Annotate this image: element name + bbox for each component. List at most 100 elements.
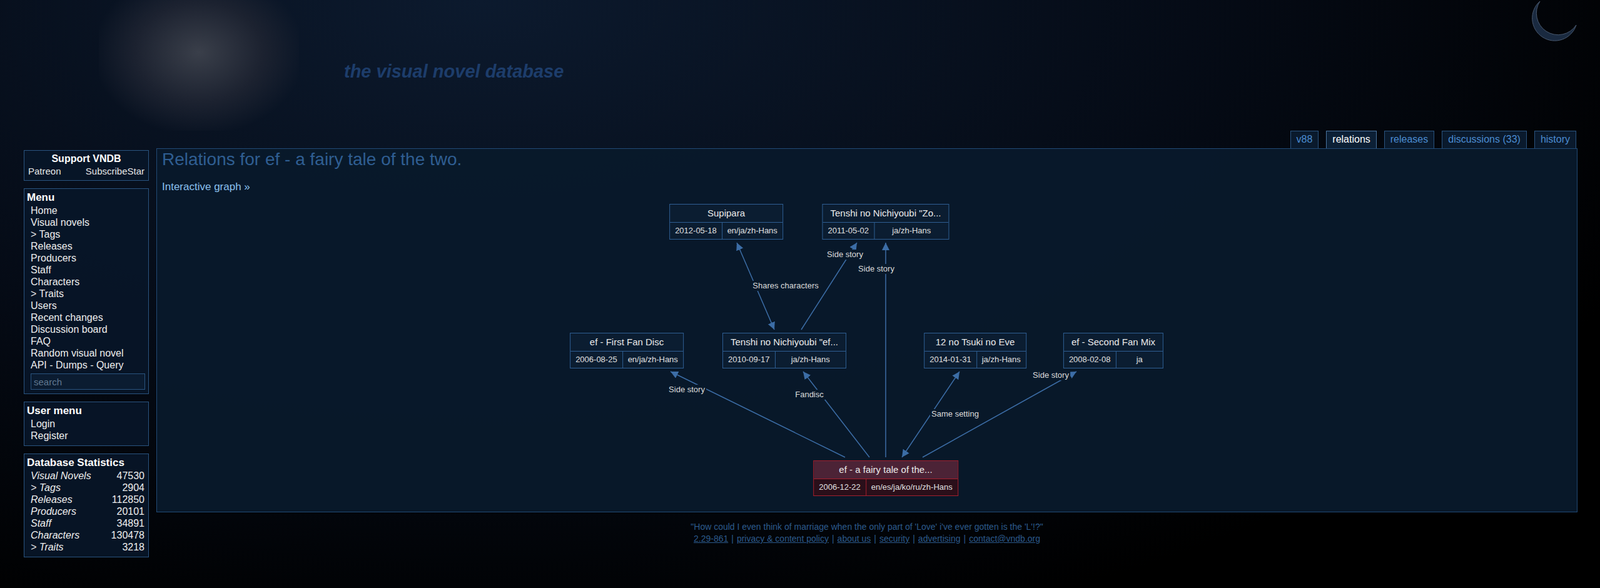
menu-item[interactable]: Users: [26, 299, 145, 312]
relation-edge: [922, 371, 1077, 458]
relation-edge: [803, 371, 870, 458]
stat-label[interactable]: Producers: [30, 505, 77, 518]
vn-node[interactable]: Tenshi no Nichiyoubi "ef...2010-09-17ja/…: [722, 332, 847, 369]
stat-row: Producers20101: [26, 505, 145, 518]
node-languages: en/ja/zh-Hans: [722, 222, 783, 239]
node-title[interactable]: ef - a fairy tale of the...: [813, 460, 958, 480]
tab[interactable]: history: [1534, 130, 1577, 149]
node-title[interactable]: ef - First Fan Disc: [570, 333, 684, 352]
node-meta: 2011-05-02ja/zh-Hans: [822, 222, 949, 239]
stat-label[interactable]: Characters: [30, 529, 80, 542]
node-title[interactable]: Supipara: [669, 204, 783, 223]
tab[interactable]: releases: [1384, 130, 1435, 149]
node-languages: ja/zh-Hans: [774, 351, 846, 368]
menu-item[interactable]: Staff: [26, 263, 145, 276]
stats-title: Database Statistics: [26, 455, 145, 470]
node-languages: en/es/ja/ko/ru/zh-Hans: [866, 479, 958, 496]
vn-node[interactable]: Tenshi no Nichiyoubi "Zo...2011-05-02ja/…: [821, 203, 949, 240]
relation-graph: Side story Fandisc Side story Same setting S…: [162, 200, 1574, 508]
tab[interactable]: relations: [1326, 130, 1377, 149]
menu-item[interactable]: API - Dumps - Query: [26, 359, 145, 371]
header-art: [98, 0, 299, 131]
menu-title: Menu: [26, 190, 145, 205]
tab[interactable]: v88: [1290, 130, 1320, 149]
user-menu-item[interactable]: Login: [26, 417, 145, 430]
stat-label[interactable]: Releases: [30, 493, 73, 506]
header: the visual novel database: [23, 0, 1578, 131]
menu-item[interactable]: Characters: [26, 275, 145, 288]
node-date: 2014-01-31: [924, 351, 978, 368]
menu-box: MenuHomeVisual novels> TagsReleasesProdu…: [23, 188, 149, 395]
site-title[interactable]: the visual novel database: [344, 61, 1578, 82]
stat-row: Staff34891: [26, 517, 145, 530]
footer-link[interactable]: about us: [837, 532, 872, 545]
edge-label: Fandisc: [793, 389, 826, 400]
menu-item[interactable]: Discussion board: [26, 323, 145, 336]
edge-label: Side story: [667, 384, 707, 395]
node-meta: 2010-09-17ja/zh-Hans: [723, 351, 846, 368]
content: Support VNDBPatreon SubscribeStar MenuHome…: [23, 130, 1578, 558]
menu-item[interactable]: FAQ: [26, 335, 145, 348]
node-title[interactable]: 12 no Tsuki no Eve: [924, 333, 1026, 352]
node-title[interactable]: ef - Second Fan Mix: [1063, 333, 1163, 352]
menu-item[interactable]: > Traits: [26, 287, 145, 300]
node-languages: ja/zh-Hans: [874, 222, 949, 239]
sidebar: Support VNDBPatreon SubscribeStar MenuHome…: [23, 150, 149, 558]
search-input[interactable]: [30, 373, 146, 390]
node-date: 2010-09-17: [723, 351, 776, 368]
footer-link[interactable]: advertising: [918, 532, 961, 545]
footer-separator: |: [731, 532, 734, 545]
footer: "How could I even think of marriage when…: [156, 521, 1578, 558]
tab[interactable]: discussions (33): [1441, 130, 1527, 149]
stats-box: Database StatisticsVisual Novels47530> T…: [23, 453, 149, 558]
node-meta: 2012-05-18en/ja/zh-Hans: [669, 222, 783, 239]
menu-item[interactable]: Releases: [26, 240, 145, 253]
vn-node[interactable]: 12 no Tsuki no Eve2014-01-31ja/zh-Hans: [923, 332, 1027, 369]
edge-label: Side story: [825, 249, 865, 260]
node-title[interactable]: Tenshi no Nichiyoubi "Zo...: [822, 204, 949, 223]
node-date: 2011-05-02: [822, 222, 875, 239]
interactive-graph-link[interactable]: Interactive graph »: [162, 180, 1574, 194]
support-link[interactable]: Patreon: [28, 165, 62, 178]
page-heading: Relations for ef - a fairy tale of the t…: [162, 148, 1574, 171]
vn-node[interactable]: Supipara2012-05-18en/ja/zh-Hans: [669, 203, 784, 240]
footer-link[interactable]: contact@vndb.org: [968, 532, 1041, 545]
user-menu-item[interactable]: Register: [26, 429, 145, 442]
stat-label[interactable]: > Traits: [30, 541, 64, 553]
footer-separator: |: [873, 532, 877, 545]
node-date: 2006-12-22: [813, 479, 867, 496]
footer-link[interactable]: 2.29-861: [693, 532, 729, 545]
menu-item[interactable]: > Tags: [26, 228, 145, 241]
footer-quote: "How could I even think of marriage when…: [156, 521, 1578, 533]
node-title[interactable]: Tenshi no Nichiyoubi "ef...: [723, 333, 846, 352]
vn-node[interactable]: ef - a fairy tale of the...2006-12-22en/…: [813, 460, 959, 497]
node-languages: ja/zh-Hans: [977, 351, 1026, 368]
stat-label[interactable]: Staff: [30, 517, 52, 530]
footer-separator: |: [831, 532, 835, 545]
vn-node[interactable]: ef - First Fan Disc2006-08-25en/ja/zh-Ha…: [569, 332, 684, 369]
stat-row: Releases 112850: [26, 493, 145, 506]
stat-row: Visual Novels47530: [26, 469, 145, 482]
main: v88 relations releases discussions (33) hist…: [156, 130, 1578, 558]
support-link[interactable]: SubscribeStar: [85, 165, 145, 178]
moon-icon: [1527, 0, 1578, 44]
vn-node[interactable]: ef - Second Fan Mix2008-02-08ja: [1063, 332, 1164, 369]
menu-item[interactable]: Random visual novel: [26, 347, 145, 360]
menu-item[interactable]: Home: [26, 204, 145, 217]
stat-row: > Traits3218: [26, 541, 145, 553]
stat-label[interactable]: > Tags: [30, 481, 61, 494]
stat-value: 2904: [121, 481, 145, 494]
support-links: Patreon SubscribeStar: [28, 165, 145, 178]
menu-item[interactable]: Recent changes: [26, 311, 145, 324]
footer-link[interactable]: privacy & content policy: [736, 532, 829, 545]
menu-item[interactable]: Producers: [26, 252, 145, 264]
edge-label: Shares characters: [751, 280, 821, 291]
footer-link[interactable]: security: [879, 532, 910, 545]
edge-label: Same setting: [930, 409, 981, 420]
stat-label[interactable]: Visual Novels: [30, 469, 92, 482]
support-title: Support VNDB: [28, 151, 145, 166]
user-menu-title: User menu: [26, 403, 145, 418]
stat-value: 112850: [111, 493, 145, 506]
menu-item[interactable]: Visual novels: [26, 216, 145, 229]
relation-edge: [885, 242, 887, 458]
